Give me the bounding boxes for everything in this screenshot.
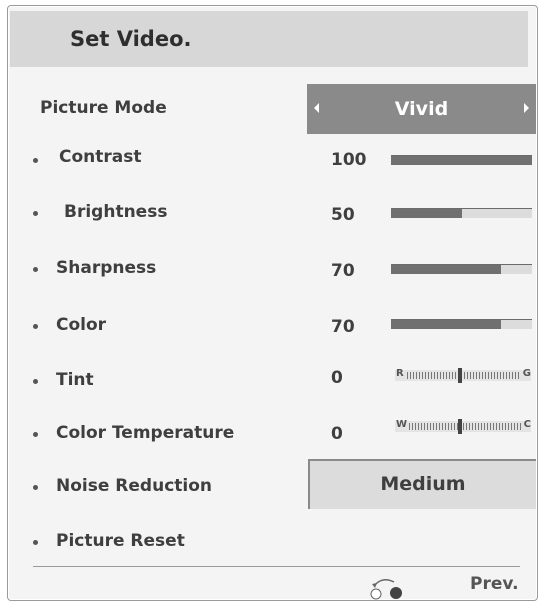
contrast-label[interactable]: Contrast <box>59 147 142 167</box>
noise-reduction-value: Medium <box>380 473 466 495</box>
brightness-value: 50 <box>331 205 355 225</box>
color-temperature-label[interactable]: Color Temperature <box>56 423 234 443</box>
color-slider-fill <box>391 320 501 329</box>
tint-ticks <box>407 372 521 379</box>
color-temperature-scale-left-label: W <box>396 419 408 430</box>
contrast-value: 100 <box>331 150 367 170</box>
picture-reset-label[interactable]: Picture Reset <box>56 531 185 551</box>
prev-button[interactable]: Prev. <box>470 574 519 594</box>
tint-value: 0 <box>331 368 343 388</box>
color-slider[interactable] <box>391 319 532 329</box>
tint-scale-right-label: G <box>522 368 531 379</box>
contrast-slider[interactable] <box>391 155 532 165</box>
color-label[interactable]: Color <box>56 315 106 335</box>
bullet-icon <box>33 158 38 163</box>
bullet-icon <box>33 324 38 329</box>
sharpness-value: 70 <box>331 261 355 281</box>
footer-divider <box>33 566 520 567</box>
tint-scale-left-label: R <box>396 368 404 379</box>
bullet-icon <box>33 485 38 490</box>
picture-mode-selector[interactable]: Vivid <box>307 84 536 134</box>
bullet-icon <box>33 379 38 384</box>
tint-scale[interactable]: R G <box>395 368 531 383</box>
color-temperature-ticks <box>409 423 521 430</box>
bullet-icon <box>33 540 38 545</box>
color-value: 70 <box>331 317 355 337</box>
picture-mode-label[interactable]: Picture Mode <box>40 98 167 118</box>
picture-mode-value: Vivid <box>394 98 449 120</box>
tint-label[interactable]: Tint <box>56 370 94 390</box>
brightness-slider[interactable] <box>391 208 532 218</box>
noise-reduction-selector[interactable]: Medium <box>308 459 536 509</box>
bullet-icon <box>33 211 38 216</box>
return-icon[interactable] <box>366 574 408 600</box>
bullet-icon <box>33 432 38 437</box>
brightness-slider-fill <box>391 209 462 218</box>
header: Set Video. <box>10 11 528 67</box>
color-temperature-scale[interactable]: W C <box>395 419 531 434</box>
color-temperature-value: 0 <box>331 424 343 444</box>
tint-marker[interactable] <box>458 368 462 383</box>
sharpness-slider-fill <box>391 265 501 274</box>
brightness-label[interactable]: Brightness <box>64 202 167 222</box>
sharpness-label[interactable]: Sharpness <box>56 258 156 278</box>
bullet-icon <box>33 267 38 272</box>
noise-reduction-label[interactable]: Noise Reduction <box>56 476 212 496</box>
color-temperature-scale-right-label: C <box>523 419 531 430</box>
sharpness-slider[interactable] <box>391 264 532 274</box>
color-temperature-marker[interactable] <box>458 419 462 434</box>
contrast-slider-fill <box>391 156 532 165</box>
page-title: Set Video. <box>70 27 192 51</box>
arrow-right-icon[interactable] <box>524 103 529 113</box>
